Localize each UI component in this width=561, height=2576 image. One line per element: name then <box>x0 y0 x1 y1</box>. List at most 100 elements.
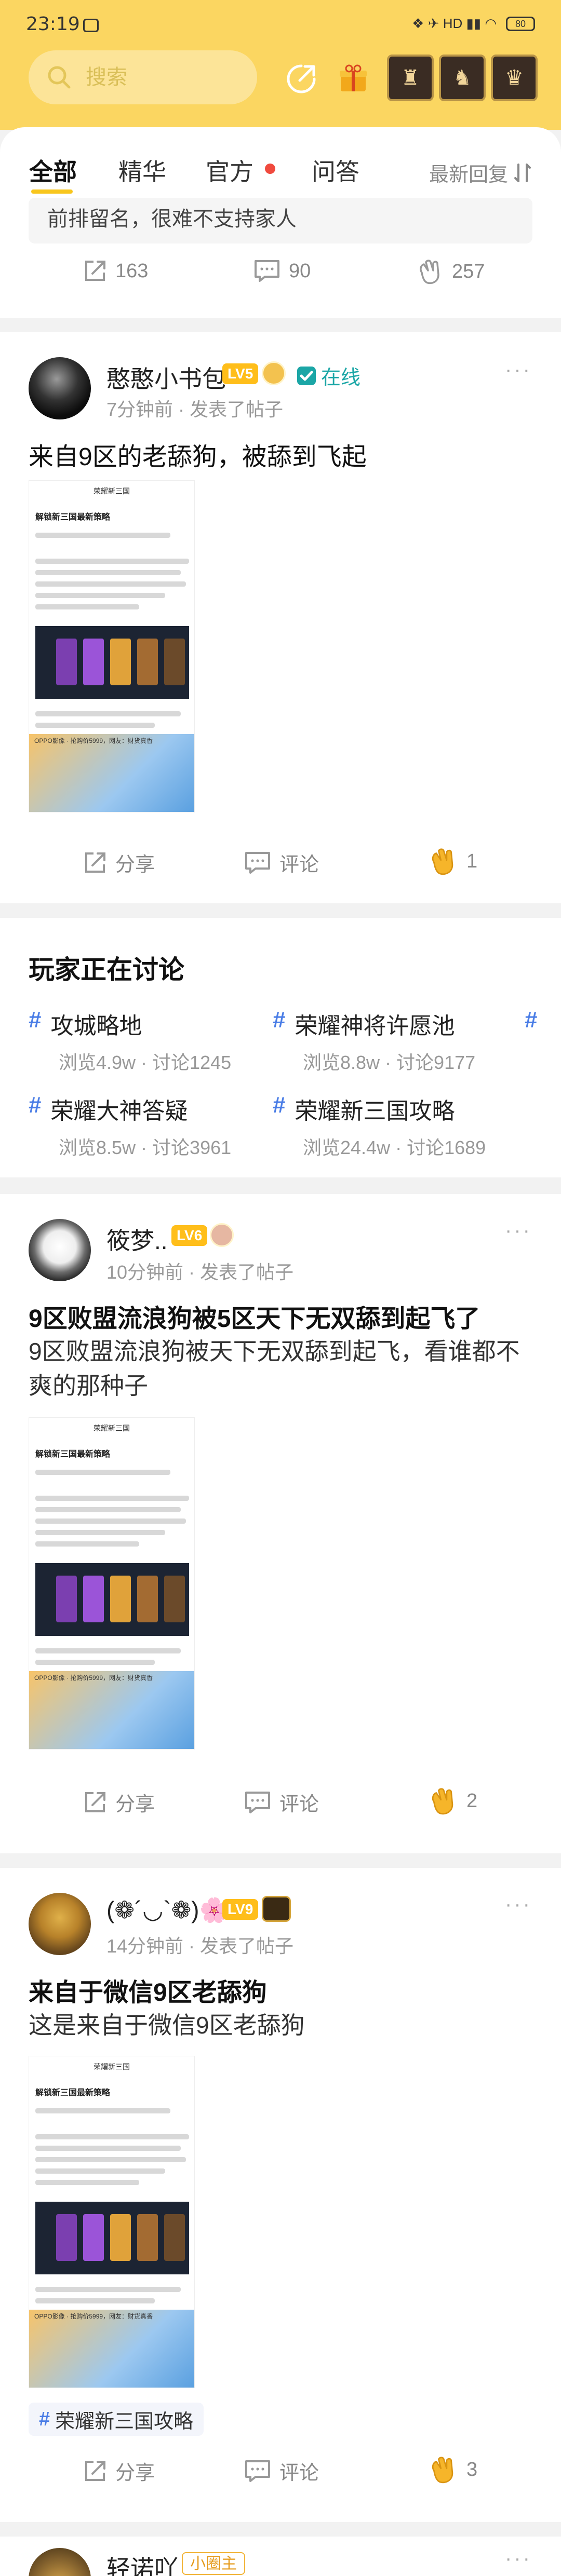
status-icons-text: ❖ ✈ HD ▮▮ ◠ <box>412 16 497 31</box>
avatar[interactable] <box>29 1219 91 1281</box>
topic-comments: 讨论9177 <box>396 1052 476 1073</box>
topic-name: 攻城略地 <box>50 1013 142 1039</box>
share-button[interactable]: 分享 <box>83 2457 155 2485</box>
thumb-ad-text: OPPO影像 · 抢购价5999，网友：财货真香 <box>34 2313 153 2320</box>
topic-tag[interactable]: # 荣耀新三国攻略 <box>29 2403 204 2436</box>
post-image[interactable]: 荣耀新三国 解锁新三国最新策略 OPPO影像 · 抢购价5999，网友：财货真香 <box>29 2056 195 2388</box>
topic-item-overflow[interactable]: # <box>525 1007 561 1033</box>
active-tab-indicator <box>31 189 73 194</box>
username[interactable]: 轻诺吖 <box>106 2550 178 2576</box>
topic-tag-label: 荣耀新三国攻略 <box>55 2410 194 2433</box>
post-card[interactable]: 憨憨小书包 LV5 在线 7分钟前 · 发表了帖子 ··· 来自9区的老舔狗，被… <box>0 332 561 903</box>
username[interactable]: 筱梦.. <box>106 1222 168 1256</box>
hash-icon: # <box>39 2408 50 2430</box>
level-badge: LV9 <box>222 1899 259 1920</box>
username[interactable]: 憨憨小书包 <box>106 360 226 395</box>
gift-button[interactable] <box>332 58 374 100</box>
post-image[interactable]: 荣耀新三国 解锁新三国最新策略 OPPO影像 · 抢购价5999，网友：财货真香 <box>29 480 195 812</box>
comment-count: 90 <box>289 260 311 282</box>
tab-qa[interactable]: 问答 <box>312 153 359 187</box>
thumb-title: 荣耀新三国 <box>94 1424 130 1432</box>
role-avatar-2[interactable]: ♞ <box>439 55 486 101</box>
thumb-heading: 解锁新三国最新策略 <box>35 510 110 522</box>
avatar[interactable] <box>29 1893 91 1955</box>
share-button[interactable]: 分享 <box>83 848 155 877</box>
status-time: 23:19 <box>26 13 80 35</box>
topic-name: 荣耀大神答疑 <box>50 1099 188 1124</box>
post-actions: 分享 评论 2 <box>0 1781 561 1827</box>
unread-dot <box>265 164 275 174</box>
thumb-heading: 解锁新三国最新策略 <box>35 2085 110 2098</box>
thumb-topbar: 荣耀新三国 <box>29 481 194 501</box>
topic-item[interactable]: # 荣耀新三国攻略 浏览24.4w · 讨论1689 <box>273 1092 486 1160</box>
sort-button[interactable]: 最新回复 <box>429 158 532 187</box>
username[interactable]: (❁´◡`❁)🌸 <box>106 1896 229 1924</box>
like-button[interactable]: 2 <box>426 1785 477 1817</box>
avatar[interactable] <box>29 2548 91 2576</box>
comment-button[interactable]: 评论 <box>244 2457 319 2485</box>
comment-label: 评论 <box>279 854 319 876</box>
tab-official[interactable]: 官方 <box>206 153 253 187</box>
post-card[interactable]: 轻诺吖 小圈主 ··· <box>0 2537 561 2576</box>
thumb-ad-banner: OPPO影像 · 抢购价5999，网友：财货真香 <box>29 2310 194 2388</box>
comment-button[interactable]: 90 <box>253 259 311 283</box>
post-meta: 10分钟前 · 发表了帖子 <box>106 1262 294 1283</box>
comment-button[interactable]: 评论 <box>244 848 319 877</box>
post-body[interactable]: 这是来自于微信9区老舔狗 <box>29 2008 532 2042</box>
hash-icon: # <box>29 1007 42 1033</box>
post-body[interactable]: 9区败盟流浪狗被天下无双舔到起飞，看谁都不爽的那种子 <box>29 1334 532 1403</box>
like-button[interactable]: 1 <box>426 845 477 877</box>
topic-name: 荣耀神将许愿池 <box>295 1013 455 1039</box>
battery-level: 80 <box>515 18 526 29</box>
post-card[interactable]: 筱梦.. LV6 10分钟前 · 发表了帖子 ··· 9区败盟流浪狗被5区天下无… <box>0 1194 561 1853</box>
verified-icon <box>297 366 316 385</box>
share-button[interactable]: 分享 <box>83 1788 155 1816</box>
online-status: 在线 <box>296 361 360 390</box>
like-button[interactable]: 257 <box>415 257 485 286</box>
more-options-icon[interactable]: ··· <box>505 358 532 382</box>
thumb-heading-text: 解锁新三国最新策略 <box>35 1450 111 1459</box>
thumb-topbar: 荣耀新三国 <box>29 2056 194 2077</box>
medal-icon <box>262 361 286 385</box>
topic-item[interactable]: # 荣耀大神答疑 浏览8.5w · 讨论3961 <box>29 1092 231 1160</box>
topic-comments: 讨论3961 <box>152 1137 232 1158</box>
post-title[interactable]: 9区败盟流浪狗被5区天下无双舔到起飞了 <box>29 1298 480 1334</box>
role-avatar-1[interactable]: ♜ <box>387 55 434 101</box>
tab-featured[interactable]: 精华 <box>118 153 166 187</box>
share-icon <box>85 852 105 873</box>
thumb-game-image <box>35 2202 189 2274</box>
share-icon <box>85 261 105 281</box>
like-button[interactable]: 3 <box>426 2453 477 2486</box>
avatar[interactable] <box>29 357 91 419</box>
role-avatar-3[interactable]: ♛ <box>491 55 538 101</box>
topic-item[interactable]: # 攻城略地 浏览4.9w · 讨论1245 <box>29 1007 231 1075</box>
hash-icon: # <box>525 1007 538 1033</box>
hash-icon: # <box>29 1092 42 1118</box>
sort-label: 最新回复 <box>429 164 508 186</box>
like-count: 2 <box>466 1789 478 1812</box>
post-card[interactable]: 前排留名，很难不支持家人 163 90 257 <box>0 195 561 318</box>
like-count: 3 <box>466 2458 478 2480</box>
post-title[interactable]: 来自9区的老舔狗，被舔到飞起 <box>29 436 367 472</box>
topic-item[interactable]: # 荣耀神将许愿池 浏览8.8w · 讨论9177 <box>273 1007 475 1075</box>
comment-label: 评论 <box>279 1794 319 1815</box>
comment-button[interactable]: 评论 <box>244 1788 319 1816</box>
search-bar[interactable] <box>29 50 257 104</box>
share-button[interactable]: 163 <box>83 259 148 283</box>
post-image[interactable]: 荣耀新三国 解锁新三国最新策略 OPPO影像 · 抢购价5999，网友：财货真香 <box>29 1417 195 1750</box>
post-card[interactable]: (❁´◡`❁)🌸 LV9 14分钟前 · 发表了帖子 ··· 来自于微信9区老舔… <box>0 1868 561 2522</box>
post-title[interactable]: 来自于微信9区老舔狗 <box>29 1972 267 2008</box>
clap-icon <box>432 2457 453 2484</box>
thumb-ad-text: OPPO影像 · 抢购价5999，网友：财货真香 <box>34 1674 153 1682</box>
more-options-icon[interactable]: ··· <box>505 1219 532 1242</box>
share-label: 分享 <box>115 2462 155 2484</box>
share-icon <box>85 2460 105 2481</box>
post-actions: 分享 评论 3 <box>0 2449 561 2496</box>
more-options-icon[interactable]: ··· <box>505 2547 532 2570</box>
share-button[interactable] <box>280 58 322 100</box>
tab-all[interactable]: 全部 <box>29 153 77 187</box>
comment-label: 评论 <box>279 2462 319 2484</box>
discussion-module: 玩家正在讨论 # 攻城略地 浏览4.9w · 讨论1245 # 荣耀神将许愿池 浏览… <box>0 918 561 1177</box>
more-options-icon[interactable]: ··· <box>505 1893 532 1916</box>
search-input[interactable] <box>86 65 242 89</box>
